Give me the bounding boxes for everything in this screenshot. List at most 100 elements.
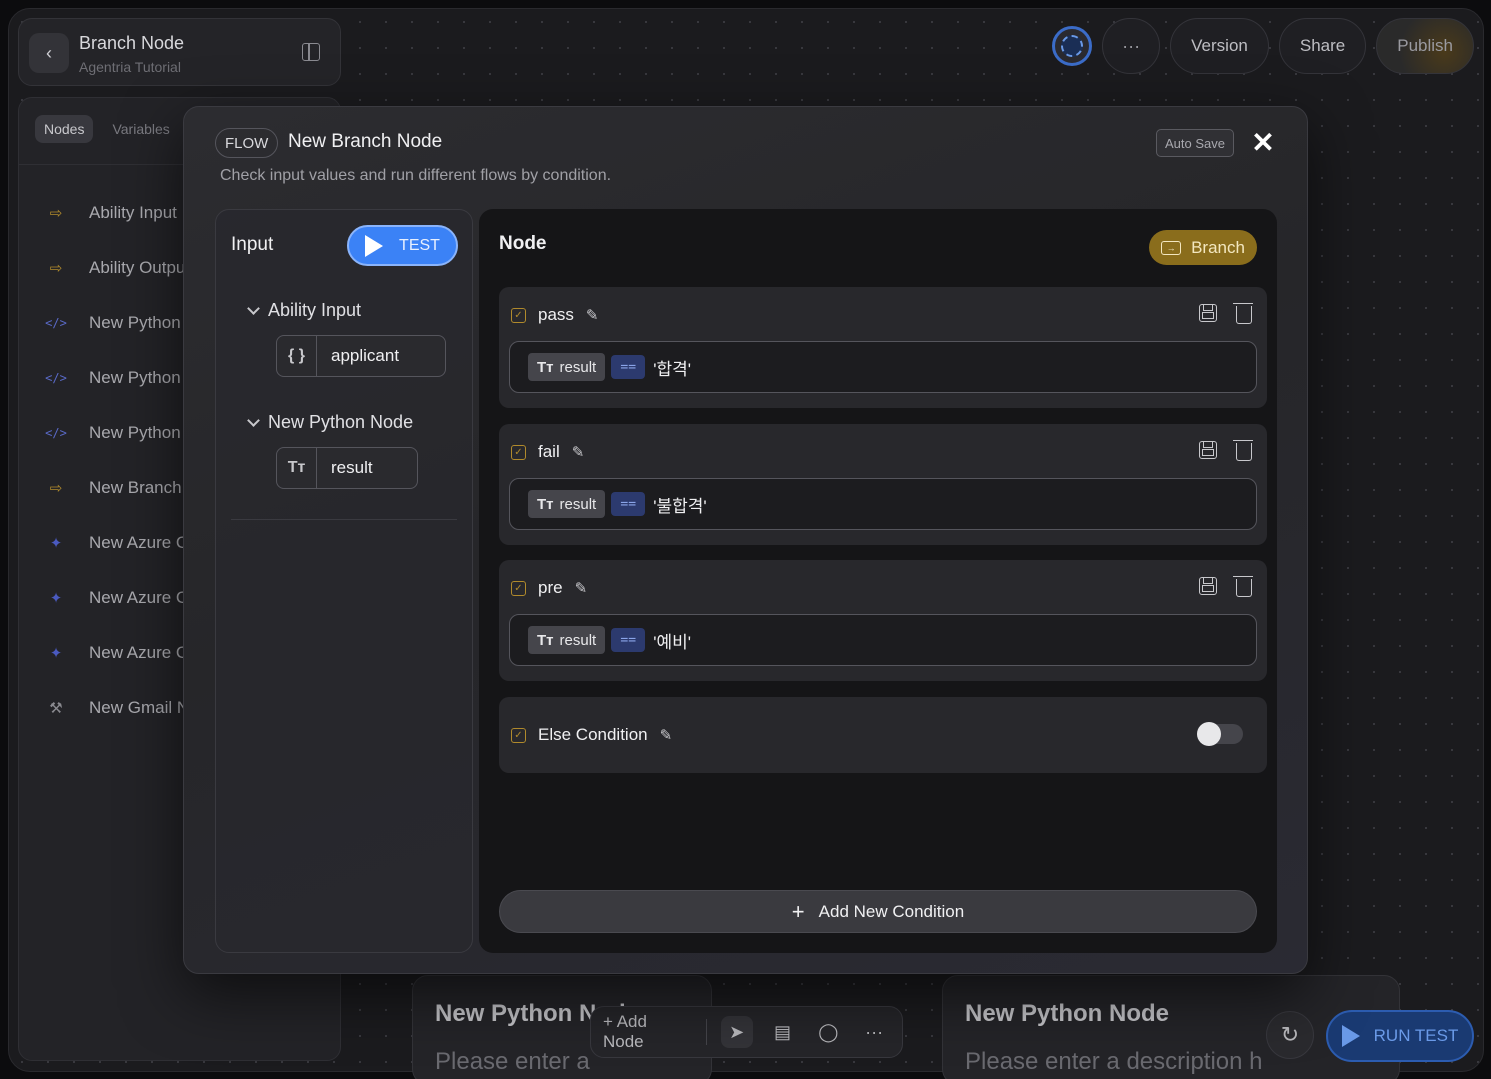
branch-node-modal: FLOW New Branch Node Check input values … — [183, 106, 1308, 974]
tab-variables[interactable]: Variables — [103, 115, 178, 143]
checkbox-icon[interactable]: ✓ — [511, 580, 526, 596]
sidebar-item[interactable]: ⇨ Ability Input — [43, 198, 177, 228]
text-type-icon: Tт — [537, 495, 554, 513]
variable-token[interactable]: Tт result — [528, 490, 606, 518]
back-button[interactable]: ‹ — [29, 33, 69, 73]
save-icon[interactable] — [1197, 575, 1219, 597]
add-condition-button[interactable]: + Add New Condition — [499, 890, 1257, 933]
edit-icon[interactable]: ✎ — [575, 579, 588, 597]
branch-badge: → Branch — [1149, 230, 1257, 265]
play-icon — [365, 234, 384, 257]
sidebar-item[interactable]: ✦ New Azure C — [43, 583, 189, 613]
divider — [231, 519, 457, 520]
condition-expression[interactable]: Tт result == '합격' — [509, 341, 1257, 393]
sidebar-item[interactable]: ⇨ New Branch — [43, 473, 182, 503]
note-icon[interactable]: ▤ — [767, 1016, 799, 1048]
variable-token-label: result — [559, 358, 597, 376]
trash-icon[interactable] — [1233, 575, 1255, 597]
sidebar-item-label: New Python — [89, 368, 181, 387]
comment-icon[interactable]: ◯ — [812, 1016, 844, 1048]
sidebar-item-label: New Gmail N — [89, 698, 190, 717]
variable-token-label: result — [559, 495, 597, 513]
add-condition-label: Add New Condition — [818, 901, 965, 921]
modal-title: New Branch Node — [288, 131, 443, 152]
avatar[interactable] — [1052, 26, 1093, 66]
sidebar-item[interactable]: ⇨ Ability Outpu — [43, 253, 186, 283]
save-icon[interactable] — [1197, 302, 1219, 324]
more-icon[interactable]: ··· — [858, 1016, 890, 1048]
sidebar-item[interactable]: ✦ New Azure C — [43, 638, 189, 668]
project-name: Agentria Tutorial — [79, 59, 181, 75]
toggle-sidebar-icon[interactable] — [302, 43, 320, 61]
run-test-button[interactable]: RUN TEST — [1326, 1010, 1474, 1062]
title-card: ‹ Branch Node Agentria Tutorial — [18, 18, 341, 86]
condition-card: ✓ pass ✎ Tт result == '합격' — [499, 287, 1267, 408]
tab-nodes[interactable]: Nodes — [35, 115, 94, 143]
edit-icon[interactable]: ✎ — [586, 306, 599, 324]
canvas-toolbar: + Add Node ➤ ▤ ◯ ··· — [590, 1006, 903, 1058]
sparkle-icon: ✦ — [49, 590, 63, 607]
checkbox-icon[interactable]: ✓ — [511, 307, 526, 323]
trash-icon[interactable] — [1233, 302, 1255, 324]
operator-token[interactable]: == — [611, 492, 646, 516]
operator-token[interactable]: == — [611, 355, 646, 379]
pointer-icon[interactable]: ➤ — [720, 1016, 753, 1048]
checkbox-icon[interactable]: ✓ — [511, 727, 526, 743]
branch-label: Branch — [1191, 237, 1245, 257]
edit-icon[interactable]: ✎ — [660, 726, 673, 744]
trash-icon[interactable] — [1233, 439, 1255, 461]
value-text: '불합격' — [653, 496, 707, 516]
more-button[interactable]: ··· — [1102, 18, 1161, 74]
condition-card: ✓ fail ✎ Tт result == '불합격' — [499, 424, 1267, 545]
auto-save-button[interactable]: Auto Save — [1156, 129, 1234, 157]
publish-button[interactable]: Publish — [1376, 18, 1474, 74]
edit-icon[interactable]: ✎ — [572, 443, 585, 461]
avatar-logo-icon — [1061, 35, 1084, 57]
input-panel: Input TEST Ability Input { } applicant N… — [215, 209, 473, 953]
operator-token[interactable]: == — [611, 628, 646, 652]
else-condition-toggle[interactable] — [1197, 722, 1243, 746]
page-title: Branch Node — [79, 33, 185, 53]
input-group-toggle[interactable]: New Python Node — [247, 412, 413, 433]
close-button[interactable]: ✕ — [1250, 127, 1276, 158]
variable-label: applicant — [331, 346, 400, 365]
input-group-name: Ability Input — [268, 300, 362, 320]
variable-token[interactable]: Tт result — [528, 626, 606, 654]
checkbox-icon[interactable]: ✓ — [511, 444, 526, 460]
input-group-toggle[interactable]: Ability Input — [247, 300, 362, 321]
test-button[interactable]: TEST — [347, 225, 458, 266]
sidebar-item[interactable]: ⚒ New Gmail N — [43, 693, 189, 723]
plus-icon: + — [791, 898, 805, 924]
condition-expression[interactable]: Tт result == '예비' — [509, 614, 1257, 666]
input-panel-title: Input — [231, 234, 274, 255]
value-text: '합격' — [653, 359, 691, 379]
variable-token[interactable]: Tт result — [528, 353, 606, 381]
sidebar-item-label: New Python — [89, 423, 181, 442]
version-button[interactable]: Version — [1170, 18, 1269, 74]
branch-icon: → — [1161, 240, 1182, 255]
sidebar-item-label: New Python — [89, 313, 181, 332]
chevron-left-icon: ‹ — [46, 42, 52, 63]
input-variable[interactable]: { } applicant — [276, 335, 446, 377]
sidebar-item-label: New Branch — [89, 478, 182, 497]
sidebar-item-label: New Azure C — [89, 533, 189, 552]
condition-expression[interactable]: Tт result == '불합격' — [509, 478, 1257, 530]
share-button[interactable]: Share — [1278, 18, 1367, 74]
add-node-button[interactable]: + Add Node — [603, 1012, 692, 1052]
text-type-icon: Tт — [537, 631, 554, 649]
text-type-icon: Tт — [277, 448, 317, 488]
condition-name: Else Condition — [538, 725, 648, 744]
input-variable[interactable]: Tт result — [276, 447, 418, 489]
sparkle-icon: ✦ — [49, 535, 63, 552]
sidebar-item[interactable]: </> New Python — [43, 308, 181, 338]
history-icon: ↻ — [1280, 1022, 1300, 1047]
sidebar-item[interactable]: ✦ New Azure C — [43, 528, 189, 558]
save-icon[interactable] — [1197, 439, 1219, 461]
sidebar-item[interactable]: </> New Python — [43, 363, 181, 393]
branch-icon: ⇨ — [49, 260, 63, 277]
else-condition-card: ✓ Else Condition ✎ — [499, 697, 1267, 773]
sidebar-item[interactable]: </> New Python — [43, 418, 181, 448]
history-button[interactable]: ↻ — [1266, 1011, 1314, 1059]
test-label: TEST — [399, 236, 440, 254]
text-type-icon: Tт — [537, 358, 554, 376]
